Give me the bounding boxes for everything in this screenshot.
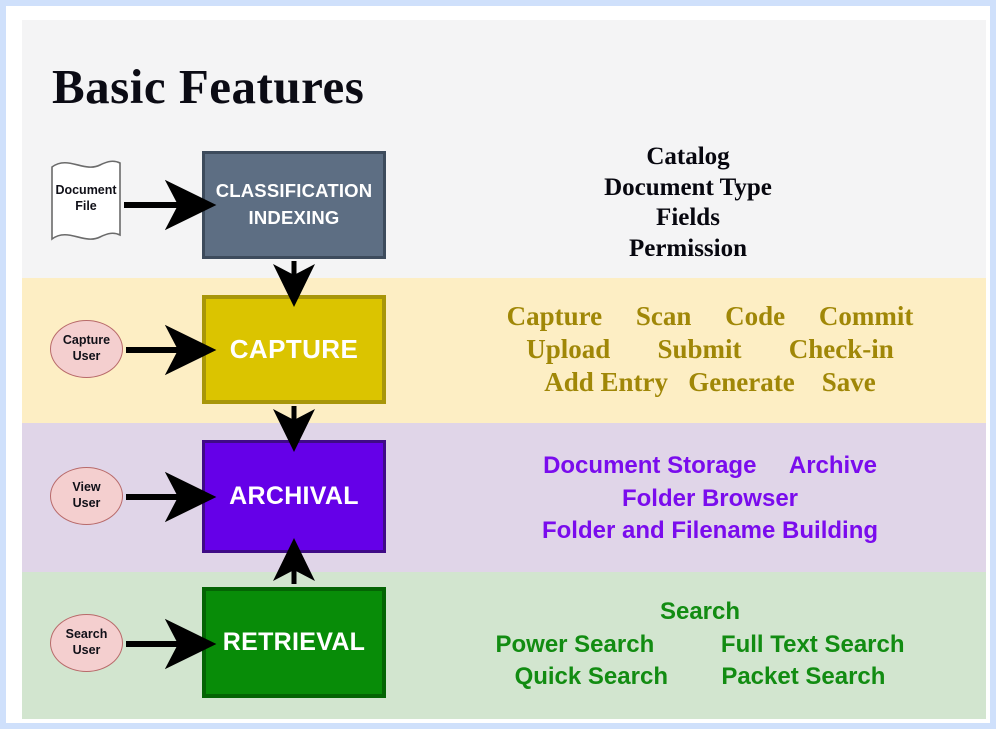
feature-line: Document Storage Archive [543, 452, 877, 479]
process-box-archival[interactable]: ARCHIVAL [202, 440, 386, 553]
process-box-capture-label: CAPTURE [229, 334, 359, 364]
actor-view-user[interactable]: View User [50, 467, 123, 525]
actor-view-user-line1: View [72, 480, 101, 495]
features-classification: Catalog Document Type Fields Permission [476, 142, 900, 264]
feature-line: Power Search Full Text Search [495, 630, 905, 658]
feature-line: Document Type [604, 173, 772, 201]
feature-line: Capture Scan Code Commit [506, 301, 914, 331]
feature-line: Add Entry Generate Save [544, 367, 876, 397]
feature-line: Fields [656, 204, 720, 231]
process-box-capture[interactable]: CAPTURE [202, 295, 386, 404]
document-file-label: Document File [46, 182, 126, 215]
actor-view-user-line2: User [72, 496, 101, 510]
process-box-archival-label: ARCHIVAL [229, 482, 359, 510]
feature-line: Catalog [646, 143, 730, 170]
process-box-classification-line2: INDEXING [248, 207, 340, 228]
feature-line: Folder Browser [621, 484, 799, 512]
actor-search-user-line2: User [72, 643, 101, 657]
actor-capture-user-line1: Capture [62, 333, 111, 348]
process-box-classification[interactable]: CLASSIFICATION INDEXING [202, 151, 386, 259]
page-title: Basic Features [52, 59, 365, 114]
features-archival: Document Storage Archive Folder Browser … [430, 450, 990, 548]
actor-search-user[interactable]: Search User [50, 614, 123, 672]
actor-capture-user[interactable]: Capture User [50, 320, 123, 378]
process-box-classification-line1: CLASSIFICATION [215, 180, 373, 202]
features-capture: Capture Scan Code Commit Upload Submit C… [430, 300, 990, 399]
feature-line: Permission [628, 234, 748, 262]
actor-search-user-line1: Search [65, 627, 108, 642]
features-retrieval: Search Power Search Full Text Search Qui… [420, 596, 980, 694]
feature-line: Search [659, 598, 741, 625]
process-box-retrieval[interactable]: RETRIEVAL [202, 587, 386, 698]
feature-line: Folder and Filename Building [541, 517, 879, 544]
document-file-label-line1: Document [55, 183, 117, 197]
feature-line: Quick Search Packet Search [514, 663, 886, 690]
feature-line: Upload Submit Check-in [526, 334, 894, 364]
document-file-label-line2: File [75, 199, 97, 214]
actor-capture-user-line2: User [72, 349, 101, 363]
diagram-canvas: Basic Features Document File CLASSIFICAT… [0, 0, 996, 729]
process-box-retrieval-label: RETRIEVAL [222, 628, 366, 656]
